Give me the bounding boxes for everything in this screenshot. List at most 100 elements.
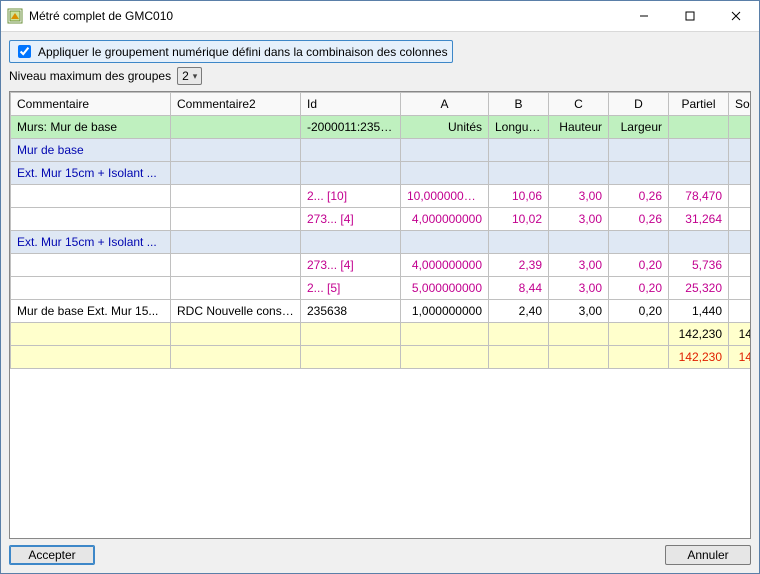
cell-b[interactable] <box>489 139 549 162</box>
cell-b[interactable] <box>489 231 549 254</box>
cell-id[interactable]: 273... [4] <box>301 208 401 231</box>
accept-button[interactable]: Accepter <box>9 545 95 565</box>
grid-container[interactable]: Commentaire Commentaire2 Id A B C D Part… <box>9 91 751 539</box>
cell-comment2[interactable] <box>171 323 301 346</box>
cell-subtotal[interactable] <box>729 277 752 300</box>
cell-comment2[interactable] <box>171 116 301 139</box>
table-row[interactable]: 142,230142,230 <box>11 346 752 369</box>
col-comment[interactable]: Commentaire <box>11 93 171 116</box>
cell-c[interactable]: Hauteur <box>549 116 609 139</box>
cell-comment[interactable] <box>11 254 171 277</box>
cell-comment[interactable] <box>11 185 171 208</box>
cell-c[interactable] <box>549 346 609 369</box>
cell-comment[interactable]: Ext. Mur 15cm + Isolant ... <box>11 162 171 185</box>
apply-grouping-checkbox[interactable]: Appliquer le groupement numérique défini… <box>9 40 453 63</box>
table-row[interactable]: 273... [4]4,0000000002,393,000,205,736 <box>11 254 752 277</box>
cell-comment2[interactable] <box>171 185 301 208</box>
cell-comment[interactable] <box>11 208 171 231</box>
cell-d[interactable] <box>609 346 669 369</box>
cell-partiel[interactable] <box>669 116 729 139</box>
cell-a[interactable] <box>401 139 489 162</box>
cell-a[interactable] <box>401 231 489 254</box>
cell-id[interactable] <box>301 346 401 369</box>
cell-d[interactable] <box>609 231 669 254</box>
cell-d[interactable]: 0,26 <box>609 185 669 208</box>
cell-comment[interactable] <box>11 323 171 346</box>
cell-d[interactable]: 0,26 <box>609 208 669 231</box>
col-id[interactable]: Id <box>301 93 401 116</box>
table-row[interactable]: Murs: Mur de base-2000011:235565...Unité… <box>11 116 752 139</box>
cell-partiel[interactable]: 142,230 <box>669 323 729 346</box>
cell-b[interactable]: 8,44 <box>489 277 549 300</box>
maximize-button[interactable] <box>667 1 713 31</box>
cancel-button[interactable]: Annuler <box>665 545 751 565</box>
cell-c[interactable] <box>549 162 609 185</box>
cell-d[interactable] <box>609 139 669 162</box>
cell-c[interactable] <box>549 231 609 254</box>
col-b[interactable]: B <box>489 93 549 116</box>
cell-b[interactable]: Longueur <box>489 116 549 139</box>
col-d[interactable]: D <box>609 93 669 116</box>
table-row[interactable]: 273... [4]4,00000000010,023,000,2631,264 <box>11 208 752 231</box>
cell-a[interactable] <box>401 323 489 346</box>
cell-b[interactable] <box>489 162 549 185</box>
apply-grouping-input[interactable] <box>18 45 31 58</box>
table-row[interactable]: Mur de base <box>11 139 752 162</box>
cell-comment[interactable]: Mur de base Ext. Mur 15... <box>11 300 171 323</box>
level-select[interactable]: 2 ▾ <box>177 67 202 85</box>
table-row[interactable]: Mur de base Ext. Mur 15...RDC Nouvelle c… <box>11 300 752 323</box>
col-comment2[interactable]: Commentaire2 <box>171 93 301 116</box>
col-partiel[interactable]: Partiel <box>669 93 729 116</box>
cell-comment[interactable]: Mur de base <box>11 139 171 162</box>
cell-partiel[interactable]: 1,440 <box>669 300 729 323</box>
cell-b[interactable]: 10,06 <box>489 185 549 208</box>
cell-id[interactable] <box>301 231 401 254</box>
cell-d[interactable]: 0,20 <box>609 254 669 277</box>
cell-id[interactable]: -2000011:235565... <box>301 116 401 139</box>
cell-d[interactable]: 0,20 <box>609 300 669 323</box>
cell-subtotal[interactable] <box>729 231 752 254</box>
cell-c[interactable]: 3,00 <box>549 300 609 323</box>
cell-partiel[interactable]: 5,736 <box>669 254 729 277</box>
close-button[interactable] <box>713 1 759 31</box>
cell-partiel[interactable] <box>669 231 729 254</box>
cell-d[interactable]: Largeur <box>609 116 669 139</box>
cell-id[interactable]: 2... [5] <box>301 277 401 300</box>
table-row[interactable]: Ext. Mur 15cm + Isolant ... <box>11 162 752 185</box>
cell-c[interactable] <box>549 323 609 346</box>
cell-id[interactable] <box>301 162 401 185</box>
cell-comment[interactable]: Murs: Mur de base <box>11 116 171 139</box>
cell-subtotal[interactable] <box>729 139 752 162</box>
cell-comment[interactable] <box>11 277 171 300</box>
cell-a[interactable]: 1,000000000 <box>401 300 489 323</box>
col-subtotal[interactable]: Sous-total <box>729 93 752 116</box>
cell-partiel[interactable] <box>669 162 729 185</box>
table-row[interactable]: 142,230142,230 <box>11 323 752 346</box>
cell-c[interactable]: 3,00 <box>549 254 609 277</box>
cell-c[interactable]: 3,00 <box>549 185 609 208</box>
cell-a[interactable]: 4,000000000 <box>401 208 489 231</box>
cell-b[interactable]: 10,02 <box>489 208 549 231</box>
cell-comment2[interactable]: RDC Nouvelle constructi... <box>171 300 301 323</box>
cell-c[interactable]: 3,00 <box>549 208 609 231</box>
cell-c[interactable]: 3,00 <box>549 277 609 300</box>
cell-subtotal[interactable] <box>729 185 752 208</box>
cell-c[interactable] <box>549 139 609 162</box>
cell-comment2[interactable] <box>171 254 301 277</box>
cell-id[interactable]: 2... [10] <box>301 185 401 208</box>
cell-partiel[interactable]: 25,320 <box>669 277 729 300</box>
cell-id[interactable] <box>301 323 401 346</box>
cell-b[interactable] <box>489 323 549 346</box>
cell-id[interactable]: 273... [4] <box>301 254 401 277</box>
cell-d[interactable]: 0,20 <box>609 277 669 300</box>
table-row[interactable]: 2... [10]10,00000000010,063,000,2678,470 <box>11 185 752 208</box>
table-row[interactable]: Ext. Mur 15cm + Isolant ... <box>11 231 752 254</box>
cell-comment[interactable]: Ext. Mur 15cm + Isolant ... <box>11 231 171 254</box>
col-c[interactable]: C <box>549 93 609 116</box>
cell-id[interactable]: 235638 <box>301 300 401 323</box>
cell-d[interactable] <box>609 162 669 185</box>
cell-comment2[interactable] <box>171 208 301 231</box>
cell-partiel[interactable]: 142,230 <box>669 346 729 369</box>
cell-subtotal[interactable]: 142,230 <box>729 323 752 346</box>
cell-partiel[interactable]: 78,470 <box>669 185 729 208</box>
